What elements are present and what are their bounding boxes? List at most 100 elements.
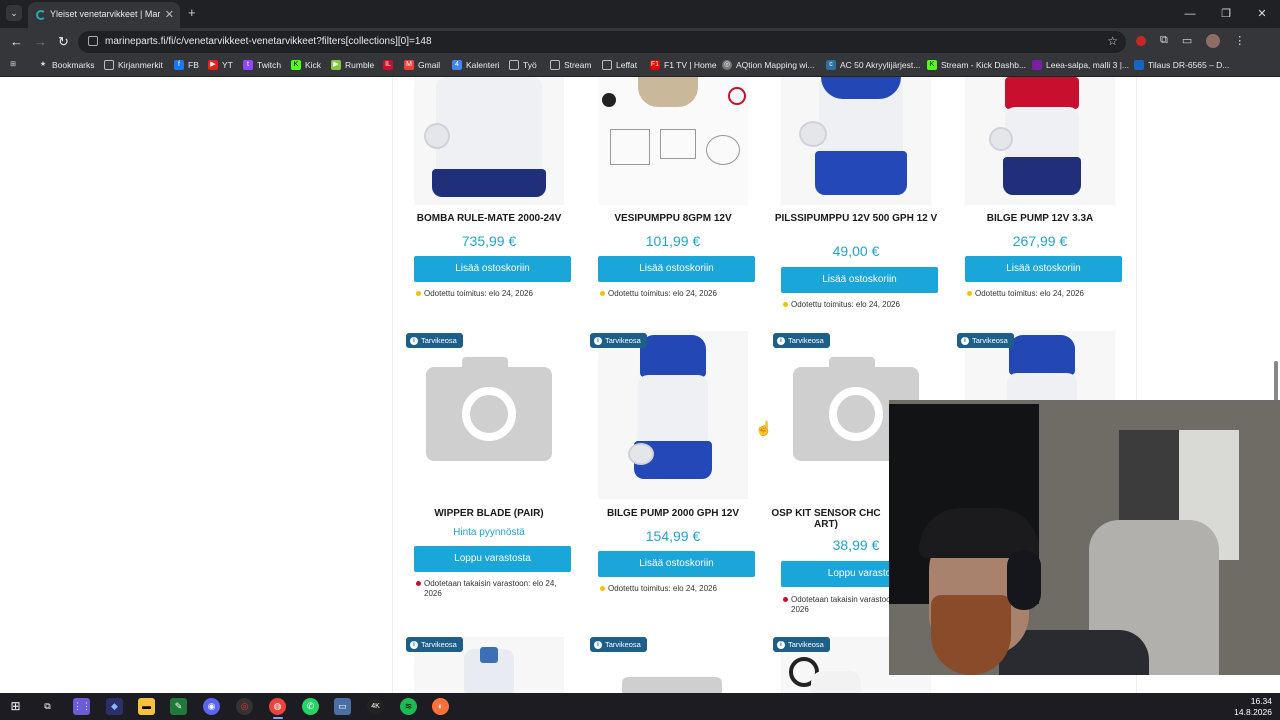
restore-icon[interactable]: ❐ <box>1208 0 1244 28</box>
bookmark-kalenteri[interactable]: 4 Kalenteri <box>452 60 500 70</box>
info-icon: i <box>410 336 418 345</box>
bookmark-tilaus[interactable]: Tilaus DR-6565 – D... <box>1134 60 1229 70</box>
bookmark-rumble[interactable]: ▶ Rumble <box>331 60 374 70</box>
restock-status: Odotetaan takaisin varastoon: elo 24, 20… <box>416 579 564 599</box>
new-tab-button[interactable]: + <box>188 5 196 20</box>
product-image[interactable] <box>965 77 1115 205</box>
obs-icon[interactable]: ◎ <box>236 698 253 715</box>
spare-part-badge: i Tarvikeosa <box>773 637 830 652</box>
page-scrollbar[interactable] <box>1274 361 1278 401</box>
bookmark-ac50[interactable]: c AC 50 Akryylijärjest... <box>826 60 920 70</box>
status-dot-icon <box>600 586 605 591</box>
chrome-icon[interactable]: ◍ <box>269 698 286 715</box>
spare-part-badge: i Tarvikeosa <box>590 333 647 348</box>
bookmark-stream[interactable]: Stream <box>550 60 591 70</box>
task-view-icon[interactable]: ⧉ <box>39 698 56 715</box>
whatsapp-icon[interactable]: ✆ <box>302 698 319 715</box>
bookmark-gmail[interactable]: M Gmail <box>404 60 440 70</box>
bookmark-yt[interactable]: ▶ YT <box>208 60 233 70</box>
out-of-stock-button[interactable]: Loppu varastosta <box>414 546 571 572</box>
bookmark-il[interactable]: IL <box>383 60 393 70</box>
gmail-icon: M <box>404 60 414 70</box>
bookmark-leea-salpa[interactable]: Leea-salpa, malli 3 |... <box>1032 60 1129 70</box>
browser-tab-active[interactable]: Yleiset venetarvikkeet | Marinep ✕ <box>28 2 180 28</box>
info-icon: i <box>594 640 602 649</box>
discord-icon[interactable]: ◉ <box>203 698 220 715</box>
product-image[interactable] <box>598 77 748 205</box>
app-diamond-icon[interactable]: ◆ <box>106 698 123 715</box>
active-app-indicator <box>273 717 283 719</box>
product-image[interactable] <box>598 331 748 499</box>
product-name[interactable]: WIPPER BLADE (PAIR) <box>404 508 574 519</box>
minimize-icon[interactable]: — <box>1172 0 1208 28</box>
firefox-icon[interactable]: ◐ <box>432 698 449 715</box>
forward-arrow-icon[interactable]: → <box>34 34 47 49</box>
add-to-cart-button[interactable]: Lisää ostoskoriin <box>598 551 755 577</box>
menu-kebab-icon[interactable]: ⋮ <box>1234 34 1245 48</box>
tab-close-icon[interactable]: ✕ <box>165 8 174 21</box>
facebook-icon: f <box>174 60 184 70</box>
extensions-puzzle-icon[interactable]: ⧉ <box>1160 34 1168 48</box>
add-to-cart-button[interactable]: Lisää ostoskoriin <box>965 256 1122 282</box>
windows-start-icon[interactable]: ⊞ <box>7 698 24 715</box>
bookmark-star-icon[interactable]: ☆ <box>1107 34 1118 48</box>
spare-part-badge: i Tarvikeosa <box>773 333 830 348</box>
profile-avatar[interactable] <box>1206 34 1221 48</box>
bookmark-kick[interactable]: K Kick <box>291 60 321 70</box>
clock-time: 16.34 <box>1250 696 1272 706</box>
folder-icon <box>509 60 519 70</box>
product-name[interactable]: VESIPUMPPU 8GPM 12V <box>588 213 758 224</box>
product-image[interactable] <box>781 77 931 205</box>
extension-icons: ⧉ ▭ ⋮ <box>1136 34 1245 48</box>
bookmark-kirjanmerkit[interactable]: Kirjanmerkit <box>104 60 163 70</box>
status-dot-icon <box>783 302 788 307</box>
cast-icon[interactable]: ▭ <box>1182 34 1192 48</box>
recording-extension-icon[interactable] <box>1136 36 1146 46</box>
product-price: 154,99 € <box>645 528 701 544</box>
bookmark-kick-dashboard[interactable]: K Stream - Kick Dashb... <box>927 60 1026 70</box>
apps-grid-icon[interactable]: ⊞ <box>8 60 18 70</box>
folder-icon <box>550 60 560 70</box>
add-to-cart-button[interactable]: Lisää ostoskoriin <box>598 256 755 282</box>
bookmark-aqtion[interactable]: ◎ AQtion Mapping wi... <box>722 60 814 70</box>
close-window-icon[interactable]: ✕ <box>1244 0 1280 28</box>
add-to-cart-button[interactable]: Lisää ostoskoriin <box>781 267 938 293</box>
file-explorer-icon[interactable]: ▬ <box>138 698 155 715</box>
bookmark-leffat[interactable]: Leffat <box>602 60 637 70</box>
product-image[interactable] <box>414 331 564 499</box>
il-news-icon: IL <box>383 60 393 70</box>
bookmark-fb[interactable]: f FB <box>174 60 199 70</box>
product-image[interactable] <box>414 77 564 205</box>
bookmark-bookmarks[interactable]: ★ Bookmarks <box>38 60 95 70</box>
delivery-status: Odotettu toimitus: elo 24, 2026 <box>967 289 1125 299</box>
youtube-icon: ▶ <box>208 60 218 70</box>
info-icon: i <box>410 640 418 649</box>
url-text[interactable]: marineparts.fi/fi/c/venetarvikkeet-venet… <box>105 36 432 47</box>
aqtion-icon: ◎ <box>722 60 732 70</box>
product-name[interactable]: BILGE PUMP 2000 GPH 12V <box>588 508 758 519</box>
info-icon: i <box>961 336 969 345</box>
bookmark-twitch[interactable]: t Twitch <box>243 60 281 70</box>
back-arrow-icon[interactable]: ← <box>10 34 23 49</box>
spotify-icon[interactable]: ≋ <box>400 698 417 715</box>
product-name[interactable]: PILSSIPUMPPU 12V 500 GPH 12 V <box>771 213 941 224</box>
notepad-icon[interactable]: ✎ <box>170 698 187 715</box>
address-bar[interactable]: marineparts.fi/fi/c/venetarvikkeet-venet… <box>78 31 1126 53</box>
monitor-app-icon[interactable]: ▭ <box>334 698 351 715</box>
reload-icon[interactable]: ↻ <box>58 34 69 50</box>
bookmark-f1tv[interactable]: F1 F1 TV | Home <box>650 60 717 70</box>
f1-icon: F1 <box>650 60 660 70</box>
window-controls: — ❐ ✕ <box>1172 0 1280 28</box>
product-name[interactable]: OSP KIT SENSOR CHC ART) <box>771 508 881 530</box>
bookmark-tyo[interactable]: Työ <box>509 60 537 70</box>
tab-search-button[interactable]: ⌄ <box>6 5 22 21</box>
add-to-cart-button[interactable]: Lisää ostoskoriin <box>414 256 571 282</box>
4k-app-icon[interactable]: 4K <box>367 698 384 715</box>
product-name[interactable]: BILGE PUMP 12V 3.3A <box>955 213 1125 224</box>
product-name[interactable]: BOMBA RULE-MATE 2000-24V <box>404 213 574 224</box>
spare-part-badge: i Tarvikeosa <box>957 333 1014 348</box>
system-clock[interactable]: 16.34 14.8.2026 <box>1234 696 1272 718</box>
hand-cursor-icon: ☝ <box>755 420 773 436</box>
apps-icon[interactable]: ⋮⋮ <box>73 698 91 715</box>
site-info-icon[interactable] <box>88 36 98 46</box>
